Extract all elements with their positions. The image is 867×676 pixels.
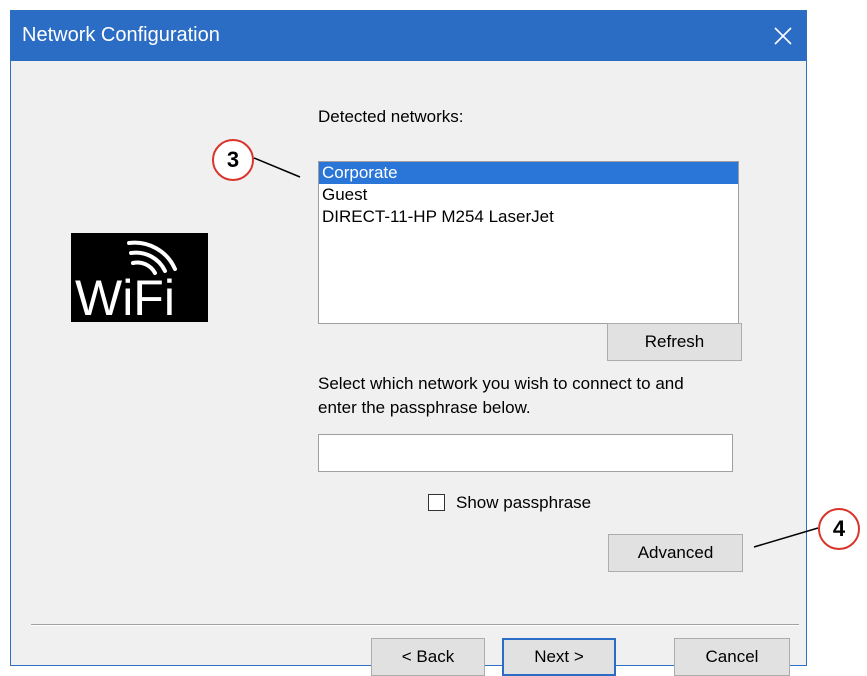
advanced-button[interactable]: Advanced (608, 534, 743, 572)
network-config-dialog: Network Configuration WiFi Detected netw… (10, 10, 807, 676)
callout-badge-4: 4 (818, 508, 860, 550)
wifi-logo-text: WiFi (75, 270, 175, 322)
network-item-corporate[interactable]: Corporate (319, 162, 738, 184)
instruction-line-2: enter the passphrase below. (318, 398, 531, 417)
show-passphrase-checkbox[interactable] (428, 494, 445, 511)
window-title: Network Configuration (22, 24, 220, 46)
next-button[interactable]: Next > (502, 638, 616, 676)
detected-networks-label: Detected networks: (318, 107, 464, 126)
network-item-guest[interactable]: Guest (319, 184, 738, 206)
cancel-button[interactable]: Cancel (674, 638, 790, 676)
network-listbox[interactable]: Corporate Guest DIRECT-11-HP M254 LaserJ… (318, 161, 739, 324)
separator (31, 624, 799, 626)
passphrase-input[interactable] (318, 434, 733, 472)
wifi-logo: WiFi (71, 233, 208, 326)
refresh-button[interactable]: Refresh (607, 323, 742, 361)
close-button[interactable] (760, 11, 806, 61)
callout-badge-3: 3 (212, 139, 254, 181)
close-icon (774, 27, 792, 45)
network-item-direct-hp[interactable]: DIRECT-11-HP M254 LaserJet (319, 206, 738, 228)
show-passphrase-label: Show passphrase (456, 493, 592, 512)
wifi-logo-image: WiFi (75, 240, 177, 326)
back-button[interactable]: < Back (371, 638, 485, 676)
callout-line-4 (753, 527, 819, 548)
title-bar[interactable]: Network Configuration (11, 11, 806, 61)
callout-line-3 (253, 157, 301, 178)
instruction-line-1: Select which network you wish to connect… (318, 374, 684, 393)
